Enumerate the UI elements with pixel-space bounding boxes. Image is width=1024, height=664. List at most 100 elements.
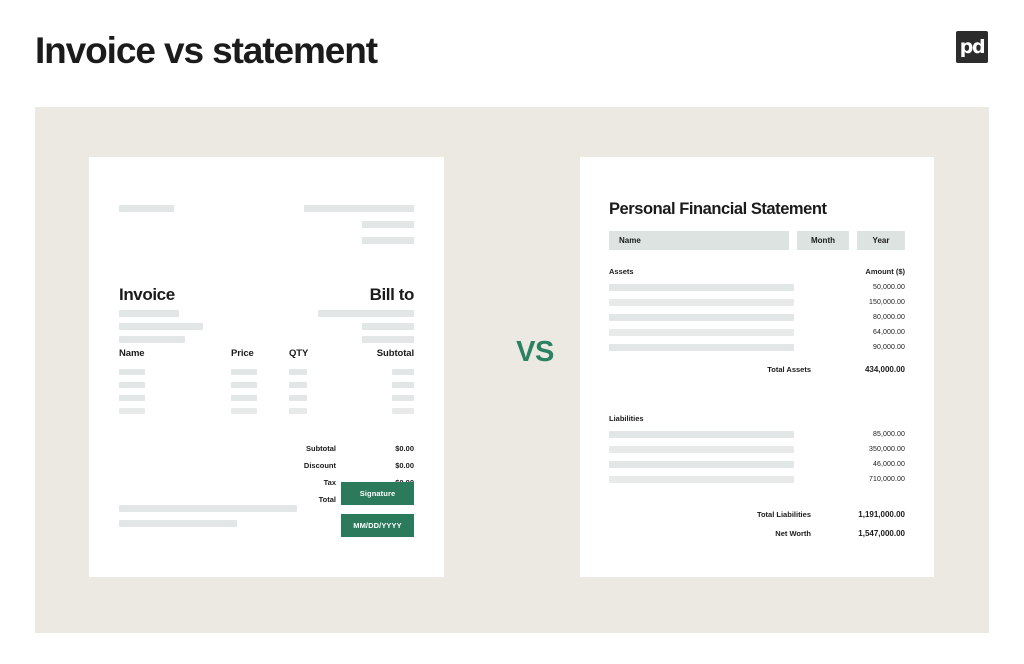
placeholder-bar (119, 310, 179, 317)
placeholder-bar (119, 336, 185, 343)
bill-to-heading: Bill to (369, 285, 415, 304)
placeholder-bar (318, 310, 414, 317)
table-row (119, 395, 414, 401)
table-row (119, 408, 414, 414)
amount-column-label: Amount ($) (865, 267, 905, 276)
list-item: 50,000.00 (609, 284, 905, 291)
total-assets-label: Total Assets (767, 365, 811, 374)
placeholder-bar (362, 237, 414, 244)
total-row-discount: Discount $0.00 (269, 461, 414, 470)
list-item: 90,000.00 (609, 344, 905, 351)
table-row (119, 382, 414, 388)
total-row-subtotal: Subtotal $0.00 (269, 444, 414, 453)
liability-amount: 85,000.00 (872, 431, 905, 438)
invoice-meta-placeholders (119, 310, 209, 343)
vs-divider-label: VS (516, 336, 554, 368)
invoice-logo-placeholder (119, 205, 244, 212)
list-item: 350,000.00 (609, 446, 905, 453)
statement-card: Personal Financial Statement Name Month … (580, 157, 934, 577)
liability-amount: 710,000.00 (868, 476, 905, 483)
invoice-header-placeholders (119, 205, 414, 255)
total-label: Discount (303, 461, 336, 470)
asset-amount: 90,000.00 (872, 344, 905, 351)
date-field-button[interactable]: MM/DD/YYYY (341, 514, 414, 537)
placeholder-bar (119, 505, 297, 512)
placeholder-bar (609, 461, 794, 468)
placeholder-bar (231, 369, 257, 375)
placeholder-bar (362, 323, 414, 330)
table-header-row: Name Price QTY Subtotal (119, 348, 414, 359)
invoice-line-items-table: Name Price QTY Subtotal (119, 348, 414, 421)
total-assets-row: Total Assets 434,000.00 (609, 365, 905, 374)
assets-label: Assets (609, 267, 634, 276)
list-item: 85,000.00 (609, 431, 905, 438)
placeholder-bar (289, 369, 307, 375)
liability-amount: 350,000.00 (868, 446, 905, 453)
placeholder-bar (231, 382, 257, 388)
placeholder-bar (231, 395, 257, 401)
column-header-name: Name (119, 348, 145, 359)
statement-field-row: Name Month Year (609, 231, 905, 250)
placeholder-bar (392, 408, 414, 414)
placeholder-bar (119, 205, 174, 212)
month-field[interactable]: Month (797, 231, 849, 250)
placeholder-bar (609, 299, 794, 306)
placeholder-bar (392, 395, 414, 401)
year-field[interactable]: Year (857, 231, 905, 250)
invoice-headings: Invoice Bill to (119, 285, 414, 305)
pandadoc-logo-glyph: pd (959, 35, 986, 58)
invoice-card: Invoice Bill to Name Price QTY Subtotal … (89, 157, 444, 577)
net-worth-value: 1,547,000.00 (858, 529, 905, 538)
assets-list: 50,000.00 150,000.00 80,000.00 64,000.00… (609, 284, 905, 359)
total-value: $0.00 (395, 444, 414, 453)
placeholder-bar (119, 395, 145, 401)
placeholder-bar (119, 369, 145, 375)
asset-amount: 64,000.00 (872, 329, 905, 336)
total-liabilities-value: 1,191,000.00 (858, 510, 905, 519)
placeholder-bar (119, 520, 237, 527)
placeholder-bar (119, 408, 145, 414)
slide-canvas: Invoice vs statement pd Invoice Bill to … (0, 0, 1024, 664)
column-header-subtotal: Subtotal (376, 348, 414, 359)
placeholder-bar (609, 329, 794, 336)
liabilities-section-header: Liabilities (609, 414, 905, 423)
pandadoc-logo: pd (956, 31, 988, 63)
placeholder-bar (362, 336, 414, 343)
asset-amount: 80,000.00 (872, 314, 905, 321)
list-item: 150,000.00 (609, 299, 905, 306)
placeholder-bar (119, 323, 203, 330)
placeholder-bar (609, 314, 794, 321)
column-header-price: Price (231, 348, 254, 359)
placeholder-bar (609, 284, 794, 291)
list-item: 710,000.00 (609, 476, 905, 483)
invoice-footer-placeholders (119, 505, 299, 527)
placeholder-bar (289, 395, 307, 401)
asset-amount: 50,000.00 (872, 284, 905, 291)
page-title: Invoice vs statement (35, 30, 378, 71)
table-row (119, 369, 414, 375)
net-worth-label: Net Worth (775, 529, 811, 538)
asset-amount: 150,000.00 (868, 299, 905, 306)
placeholder-bar (119, 382, 145, 388)
placeholder-bar (392, 382, 414, 388)
assets-section-header: Assets Amount ($) (609, 267, 905, 276)
liabilities-list: 85,000.00 350,000.00 46,000.00 710,000.0… (609, 431, 905, 491)
column-header-qty: QTY (289, 348, 309, 359)
liability-amount: 46,000.00 (872, 461, 905, 468)
illustration-stage: Invoice Bill to Name Price QTY Subtotal … (35, 107, 989, 633)
list-item: 64,000.00 (609, 329, 905, 336)
placeholder-bar (362, 221, 414, 228)
total-value: $0.00 (395, 461, 414, 470)
invoice-detail-placeholders (119, 310, 414, 343)
name-field[interactable]: Name (609, 231, 789, 250)
placeholder-bar (609, 344, 794, 351)
list-item: 46,000.00 (609, 461, 905, 468)
signature-button[interactable]: Signature (341, 482, 414, 505)
placeholder-bar (609, 431, 794, 438)
total-liabilities-label: Total Liabilities (756, 510, 811, 519)
list-item: 80,000.00 (609, 314, 905, 321)
statement-title: Personal Financial Statement (609, 200, 827, 218)
placeholder-bar (609, 476, 794, 483)
placeholder-bar (392, 369, 414, 375)
total-assets-value: 434,000.00 (864, 365, 905, 374)
